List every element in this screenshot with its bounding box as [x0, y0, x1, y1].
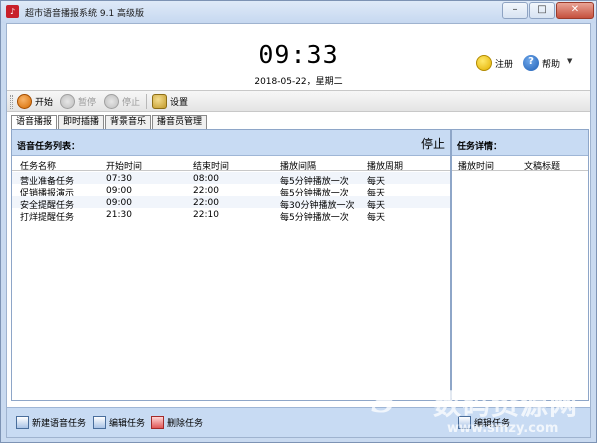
start-label: 开始	[35, 98, 54, 108]
table-cell: 21:30	[106, 210, 132, 220]
delete-task-button[interactable]: 删除任务	[151, 416, 203, 429]
tab-background-music[interactable]: 背景音乐	[105, 115, 152, 129]
tab-voice-broadcast[interactable]: 语音播报	[11, 115, 58, 130]
smiley-icon	[476, 55, 492, 71]
chevron-down-icon[interactable]: ▼	[567, 57, 572, 65]
tab-strip: 语音播报 即时插播 背景音乐 播音员管理	[11, 115, 208, 130]
settings-label: 设置	[170, 98, 189, 108]
status-text: 停止	[420, 137, 445, 151]
table-cell: 09:00	[106, 198, 132, 208]
table-cell: 每5分钟播放一次	[280, 213, 349, 223]
close-button[interactable]: ✕	[556, 2, 594, 19]
minimize-button[interactable]: –	[502, 2, 528, 19]
title-bar[interactable]: ♪ 超市语音播报系统 9.1 高级版 – □ ✕	[1, 1, 596, 23]
toolbar-grip[interactable]	[10, 95, 13, 109]
register-label: 注册	[495, 59, 514, 70]
settings-icon	[152, 94, 167, 109]
stop-button[interactable]: 停止	[104, 93, 140, 110]
column-header[interactable]: 结束时间	[193, 159, 229, 172]
settings-button[interactable]: 设置	[152, 93, 188, 110]
task-list-panel: 语音任务列表： 停止 任务名称 开始时间 结束时间 播放间隔 播放周期 营业准备…	[11, 129, 451, 401]
new-task-icon	[16, 416, 29, 429]
window-title: 超市语音播报系统 9.1 高级版	[25, 9, 145, 19]
column-header[interactable]: 文稿标题	[524, 159, 560, 172]
stop-label: 停止	[122, 98, 141, 108]
help-button[interactable]: ? 帮助	[523, 55, 560, 71]
pause-button[interactable]: 暂停	[60, 93, 96, 110]
watermark-text: 数码资源网	[433, 388, 579, 421]
stop-icon	[104, 94, 119, 109]
table-cell: 每天	[367, 213, 386, 223]
task-list-header: 语音任务列表： 停止	[12, 130, 450, 156]
task-list-title: 语音任务列表：	[17, 142, 81, 152]
table-cell: 22:00	[193, 198, 219, 208]
clock-date: 2018-05-22，星期二	[254, 77, 343, 87]
register-button[interactable]: 注册	[476, 55, 513, 71]
maximize-button[interactable]: □	[529, 2, 555, 19]
column-header[interactable]: 播放间隔	[280, 159, 316, 172]
pause-label: 暂停	[78, 98, 97, 108]
start-button[interactable]: 开始	[17, 93, 53, 110]
edit-task-button[interactable]: 编辑任务	[93, 416, 145, 429]
table-row[interactable]: 促销播报演示 09:00 22:00 每5分钟播放一次 每天	[12, 184, 450, 199]
task-detail-title: 任务详情：	[457, 142, 503, 152]
column-header[interactable]: 开始时间	[106, 159, 142, 172]
new-task-button[interactable]: 新建语音任务	[16, 416, 86, 429]
table-row[interactable]: 打烊提醒任务 21:30 22:10 每5分钟播放一次 每天	[12, 208, 450, 223]
edit-task-icon	[93, 416, 106, 429]
help-label: 帮助	[542, 59, 561, 70]
play-icon	[17, 94, 32, 109]
clock-header: 09:33 2018-05-22，星期二 注册 ? 帮助 ▼	[7, 24, 590, 88]
table-cell: 打烊提醒任务	[20, 213, 75, 223]
column-header[interactable]: 播放周期	[367, 159, 403, 172]
app-icon: ♪	[6, 5, 19, 18]
watermark-url: www.smzy.com	[447, 421, 559, 436]
column-header[interactable]: 播放时间	[458, 159, 494, 172]
task-table-body: 营业准备任务 07:30 08:00 每5分钟播放一次 每天 促销播报演示 09…	[12, 172, 450, 223]
toolbar-separator	[146, 94, 147, 109]
tab-announcer-management[interactable]: 播音员管理	[152, 115, 208, 129]
table-cell: 09:00	[106, 186, 132, 196]
toolbar: 开始 暂停 停止 设置	[7, 90, 590, 112]
watermark-logo: S	[371, 381, 396, 421]
pause-icon	[60, 94, 75, 109]
new-task-label: 新建语音任务	[32, 419, 87, 429]
help-icon: ?	[523, 55, 539, 71]
table-cell: 08:00	[193, 174, 219, 184]
column-header[interactable]: 任务名称	[20, 159, 56, 172]
detail-table-header: 播放时间 文稿标题	[452, 157, 588, 172]
task-detail-panel: 任务详情： 播放时间 文稿标题	[451, 129, 589, 401]
main-content: 09:33 2018-05-22，星期二 注册 ? 帮助 ▼ 开始 暂停 停止 …	[6, 23, 591, 438]
edit-task-label: 编辑任务	[109, 419, 146, 429]
table-row[interactable]: 营业准备任务 07:30 08:00 每5分钟播放一次 每天	[12, 172, 450, 187]
watermark: S 数码资源网 www.smzy.com	[371, 381, 591, 441]
table-cell: 07:30	[106, 174, 132, 184]
table-cell: 22:00	[193, 186, 219, 196]
table-row[interactable]: 安全提醒任务 09:00 22:00 每30分钟播放一次 每天	[12, 196, 450, 211]
delete-task-icon	[151, 416, 164, 429]
table-cell: 22:10	[193, 210, 219, 220]
task-detail-header: 任务详情：	[452, 130, 588, 156]
tab-instant-insert[interactable]: 即时插播	[58, 115, 105, 129]
delete-task-label: 删除任务	[167, 419, 204, 429]
app-window: ♪ 超市语音播报系统 9.1 高级版 – □ ✕ 09:33 2018-05-2…	[0, 0, 597, 443]
task-table-header: 任务名称 开始时间 结束时间 播放间隔 播放周期	[12, 157, 450, 172]
